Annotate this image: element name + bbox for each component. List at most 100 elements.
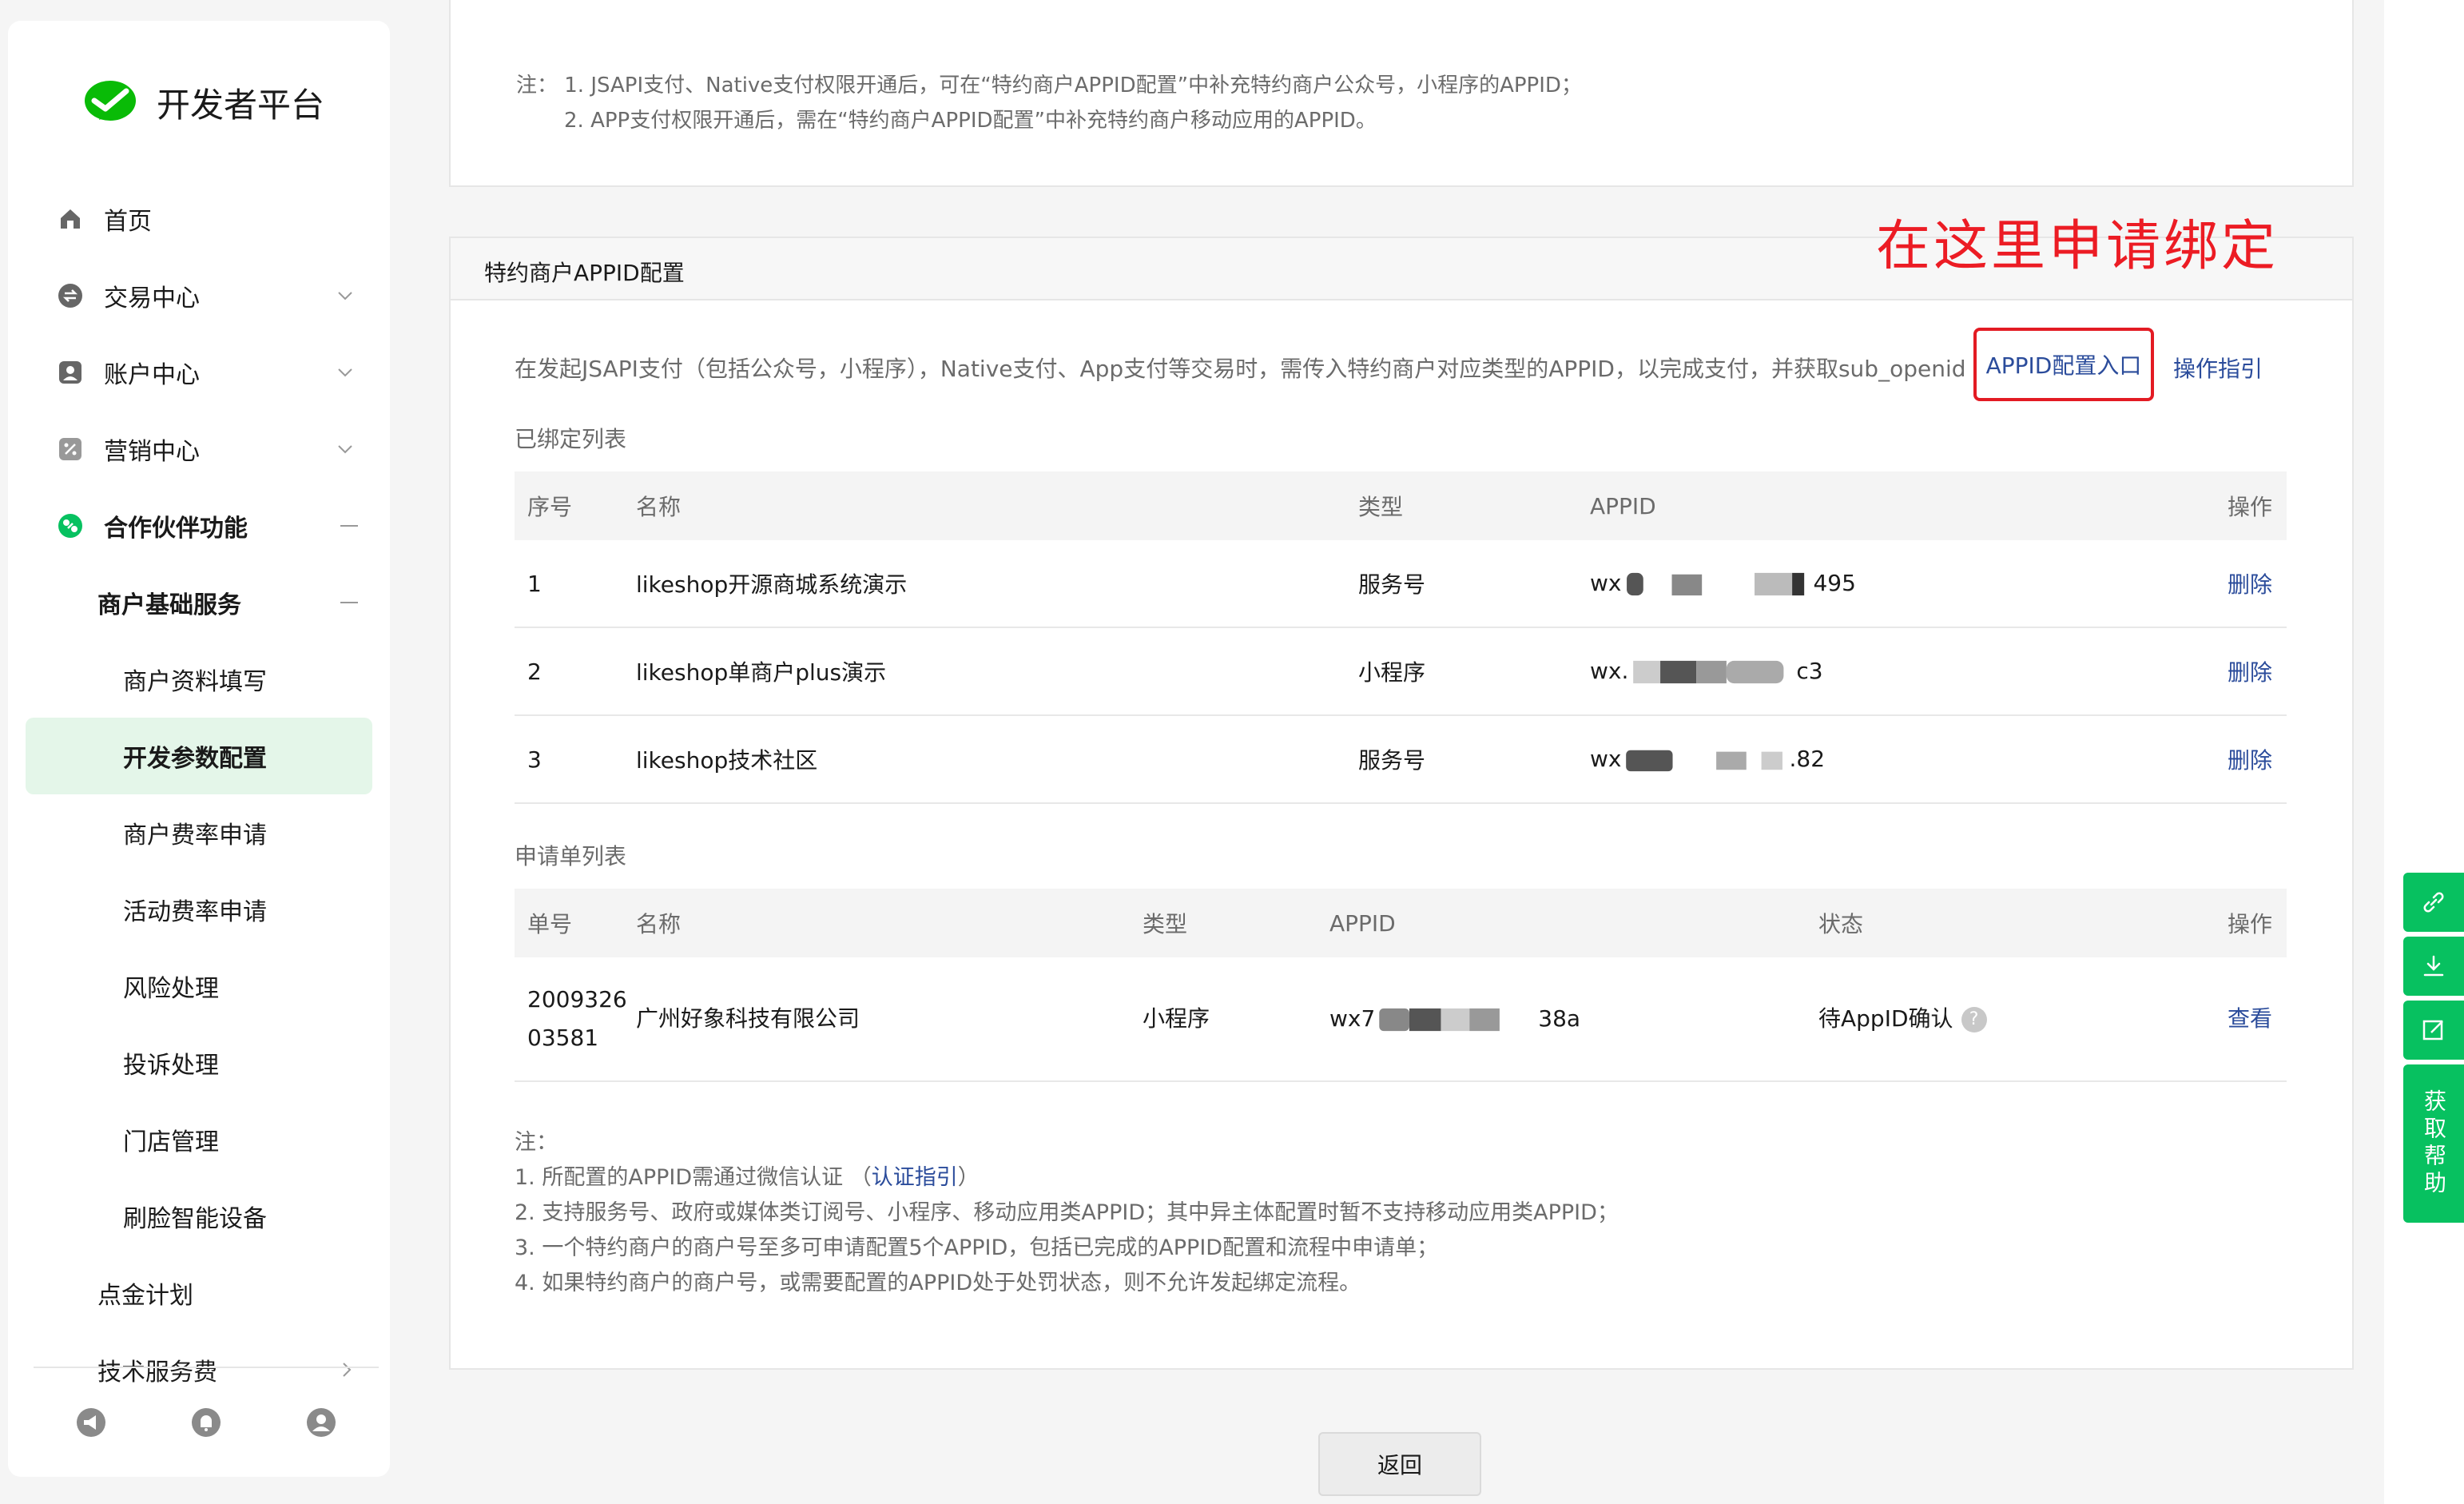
sidebar-item-label: 门店管理 xyxy=(123,1128,219,1156)
redacted-mask xyxy=(1627,572,1805,596)
sidebar-item-dev-params[interactable]: 开发参数配置 xyxy=(26,718,372,794)
brand[interactable]: 开发者平台 xyxy=(81,70,324,134)
sidebar-item-trade[interactable]: 交易中心 xyxy=(8,257,390,334)
floating-toolbar: 获取帮助 xyxy=(2403,873,2464,1223)
table-header-row: 单号 名称 类型 APPID 状态 操作 xyxy=(515,889,2287,957)
row-appid: wx 495 xyxy=(1590,540,2101,628)
delete-button[interactable]: 删除 xyxy=(2101,540,2287,628)
sidebar-item-label: 首页 xyxy=(104,208,152,236)
sidebar-item-label: 合作伙伴功能 xyxy=(104,515,248,543)
notification-bell-icon[interactable] xyxy=(190,1407,222,1438)
note-text: ） xyxy=(957,1165,980,1190)
download-button[interactable] xyxy=(2403,937,2464,996)
column-header: 序号 xyxy=(515,471,636,540)
row-seq: 1 xyxy=(515,540,636,628)
get-help-button[interactable]: 获取帮助 xyxy=(2403,1064,2464,1223)
sidebar-item-label: 账户中心 xyxy=(104,361,200,389)
delete-button[interactable]: 删除 xyxy=(2101,627,2287,716)
link-button[interactable] xyxy=(2403,873,2464,932)
appid-prefix: wx xyxy=(1590,746,1622,772)
note-text: 1. 所配置的APPID需通过微信认证 （ xyxy=(515,1165,872,1190)
sidebar-item-store[interactable]: 门店管理 xyxy=(8,1101,390,1178)
column-header: 名称 xyxy=(636,471,1358,540)
sidebar-item-home[interactable]: 首页 xyxy=(8,181,390,257)
feedback-button[interactable] xyxy=(2403,1001,2464,1060)
sidebar-item-merchant-rate[interactable]: 商户费率申请 xyxy=(8,794,390,871)
column-header: 单号 xyxy=(515,889,636,957)
chevron-down-icon xyxy=(338,368,352,377)
sidebar-item-label: 点金计划 xyxy=(97,1282,193,1310)
appid-suffix: c3 xyxy=(1796,658,1823,684)
back-button[interactable]: 返回 xyxy=(1318,1432,1481,1496)
appid-suffix: .82 xyxy=(1789,746,1826,772)
sidebar-item-label: 投诉处理 xyxy=(123,1052,219,1080)
row-type: 服务号 xyxy=(1358,715,1590,804)
sidebar-footer xyxy=(34,1367,379,1477)
exchange-icon xyxy=(58,284,82,308)
view-button[interactable]: 查看 xyxy=(2133,957,2287,1082)
sidebar-nav: 首页 交易中心 账户中心 营销中心 合作伙伴功能 商户基础服务 商户资料填写 开… xyxy=(8,181,390,1408)
status-text: 待AppID确认 xyxy=(1818,1005,1953,1032)
certification-guide-link[interactable]: 认证指引 xyxy=(872,1165,958,1190)
order-no-line: 03581 xyxy=(527,1025,599,1051)
link-icon xyxy=(2423,892,2444,913)
announcement-icon[interactable] xyxy=(75,1407,107,1438)
row-name: 广州好象科技有限公司 xyxy=(636,957,1143,1082)
sidebar-item-partner[interactable]: 合作伙伴功能 xyxy=(8,487,390,564)
column-header: 操作 xyxy=(2101,471,2287,540)
row-name: likeshop技术社区 xyxy=(636,715,1358,804)
column-header: APPID xyxy=(1329,889,1818,957)
config-description: 在发起JSAPI支付（包括公众号，小程序），Native支付、App支付等交易时… xyxy=(515,356,1966,382)
appid-prefix: wx7 xyxy=(1329,1005,1376,1032)
order-no-line: 2009326 xyxy=(527,986,627,1013)
sidebar-item-label: 开发参数配置 xyxy=(123,745,267,773)
appid-suffix: 38a xyxy=(1538,1005,1581,1032)
sidebar-item-complaint[interactable]: 投诉处理 xyxy=(8,1025,390,1101)
user-avatar-icon[interactable] xyxy=(305,1407,337,1438)
bound-appid-table: 序号 名称 类型 APPID 操作 1 likeshop开源商城系统演示 服务号… xyxy=(515,471,2287,804)
table-header-row: 序号 名称 类型 APPID 操作 xyxy=(515,471,2287,540)
sidebar-item-label: 刷脸智能设备 xyxy=(123,1205,267,1233)
row-type: 小程序 xyxy=(1358,627,1590,716)
appid-config-entry-link[interactable]: APPID配置入口 xyxy=(1986,348,2142,380)
note-head: 注： xyxy=(515,1130,558,1155)
row-appid: wx7 38a xyxy=(1329,957,1818,1082)
sidebar-item-face-device[interactable]: 刷脸智能设备 xyxy=(8,1178,390,1255)
sidebar-item-label: 商户资料填写 xyxy=(123,668,267,696)
note-item: 4. 如果特约商户的商户号，或需要配置的APPID处于处罚状态，则不允许发起绑定… xyxy=(515,1271,1361,1295)
home-icon xyxy=(61,209,80,229)
column-header: 名称 xyxy=(636,889,1143,957)
row-order-no: 2009326 03581 xyxy=(515,957,636,1082)
column-header: 类型 xyxy=(1358,471,1590,540)
note-item: 2. 支持服务号、政府或媒体类订阅号、小程序、移动应用类APPID；其中异主体配… xyxy=(515,1200,1619,1225)
sidebar-item-activity-rate[interactable]: 活动费率申请 xyxy=(8,871,390,948)
sidebar-item-dianjin[interactable]: 点金计划 xyxy=(8,1255,390,1331)
question-circle-icon[interactable]: ? xyxy=(1961,1007,1987,1033)
sidebar-item-merchant-info[interactable]: 商户资料填写 xyxy=(8,641,390,718)
sidebar-item-label: 商户费率申请 xyxy=(123,822,267,849)
row-appid: wx .82 xyxy=(1590,715,2101,804)
row-seq: 3 xyxy=(515,715,636,804)
sidebar-item-label: 活动费率申请 xyxy=(123,898,267,926)
row-type: 小程序 xyxy=(1143,957,1329,1082)
sidebar-item-risk[interactable]: 风险处理 xyxy=(8,948,390,1025)
delete-button[interactable]: 删除 xyxy=(2101,715,2287,804)
table-row: 2 likeshop单商户plus演示 小程序 wx. c3 删除 xyxy=(515,627,2287,716)
redacted-mask xyxy=(1379,1008,1500,1032)
partner-icon xyxy=(58,514,82,538)
collapse-icon xyxy=(340,525,358,527)
table-row: 2009326 03581 广州好象科技有限公司 小程序 wx7 38a 待App… xyxy=(515,957,2287,1082)
row-status: 待AppID确认? xyxy=(1818,957,2133,1082)
discount-icon xyxy=(59,438,81,460)
row-name: likeshop开源商城系统演示 xyxy=(636,540,1358,628)
operation-guide-link[interactable]: 操作指引 xyxy=(2173,352,2263,384)
column-header: APPID xyxy=(1590,471,2101,540)
sidebar-item-account[interactable]: 账户中心 xyxy=(8,334,390,411)
config-notes: 注： 1. 所配置的APPID需通过微信认证 （认证指引） 2. 支持服务号、政… xyxy=(515,1125,1619,1301)
note-item: 1. 所配置的APPID需通过微信认证 （认证指引） xyxy=(515,1160,1619,1196)
chevron-down-icon xyxy=(338,292,352,300)
page-scroll-area xyxy=(2384,0,2464,1504)
sidebar-item-marketing[interactable]: 营销中心 xyxy=(8,411,390,487)
chevron-down-icon xyxy=(338,445,352,454)
sidebar-item-merchant-basic[interactable]: 商户基础服务 xyxy=(8,564,390,641)
